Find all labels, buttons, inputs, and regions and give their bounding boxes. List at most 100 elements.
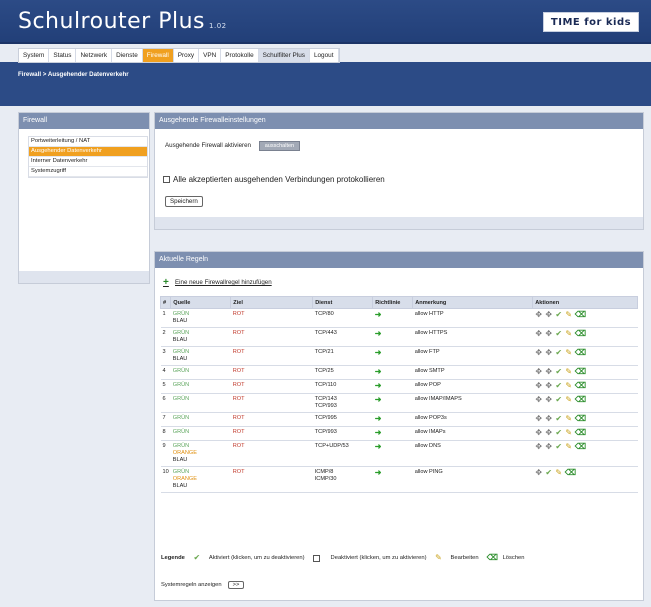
table-row: 1 GRÜN BLAU ROT TCP/80 ➜ allow HTTP ✥ ✥ ✔ ✎ ⌫ bbox=[160, 308, 638, 328]
move-up-icon[interactable]: ✥ bbox=[535, 469, 543, 477]
check-icon[interactable]: ✔ bbox=[555, 311, 563, 319]
move-down-icon[interactable]: ✥ bbox=[545, 443, 553, 451]
trash-icon[interactable]: ⌫ bbox=[575, 368, 586, 376]
edit-icon[interactable]: ✎ bbox=[565, 382, 573, 390]
inactive-icon bbox=[312, 554, 320, 562]
save-button[interactable]: Speichern bbox=[165, 196, 203, 207]
allow-arrow-icon: ➜ bbox=[374, 428, 382, 437]
menu-item-firewall[interactable]: Firewall bbox=[142, 49, 174, 62]
move-down-icon[interactable]: ✥ bbox=[545, 349, 553, 357]
rule-policy: ➜ bbox=[372, 327, 413, 347]
move-up-icon[interactable]: ✥ bbox=[535, 396, 543, 404]
menu-item-status[interactable]: Status bbox=[49, 49, 77, 62]
rule-target: ROT bbox=[230, 440, 313, 467]
rule-source: GRÜN bbox=[170, 365, 231, 380]
sidebar-item-portforwarding[interactable]: Portweiterleitung / NAT bbox=[29, 137, 147, 147]
table-row: 7 GRÜN ROT TCP/995 ➜ allow POP3s ✥ ✥ ✔ ✎ ⌫ bbox=[160, 412, 638, 427]
move-down-icon[interactable]: ✥ bbox=[545, 415, 553, 423]
service-value: TCP/995 bbox=[314, 415, 337, 421]
rule-number: 1 bbox=[160, 308, 171, 328]
col-number: # bbox=[159, 296, 172, 309]
rule-action-icons: ✥ ✥ ✔ ✎ ⌫ bbox=[535, 368, 636, 376]
rule-source: GRÜN ORANGE BLAU bbox=[170, 466, 231, 493]
toggle-firewall-button[interactable]: ausschalten bbox=[258, 141, 301, 151]
log-checkbox[interactable] bbox=[163, 176, 170, 183]
menu-item-vpn[interactable]: VPN bbox=[199, 49, 222, 62]
menu-item-schulfilter[interactable]: Schulfilter Plus bbox=[258, 49, 310, 62]
edit-icon[interactable]: ✎ bbox=[565, 349, 573, 357]
check-icon[interactable]: ✔ bbox=[555, 396, 563, 404]
check-icon[interactable]: ✔ bbox=[545, 469, 553, 477]
trash-icon[interactable]: ⌫ bbox=[575, 382, 586, 390]
menu-item-netzwerk[interactable]: Netzwerk bbox=[76, 49, 113, 62]
app-version: 1.02 bbox=[209, 22, 227, 30]
move-down-icon[interactable]: ✥ bbox=[545, 382, 553, 390]
legend-edit: Bearbeiten bbox=[450, 555, 479, 561]
menu-item-proxy[interactable]: Proxy bbox=[174, 49, 200, 62]
menu-item-dienste[interactable]: Dienste bbox=[112, 49, 143, 62]
move-up-icon[interactable]: ✥ bbox=[535, 368, 543, 376]
rule-policy: ➜ bbox=[372, 440, 413, 467]
edit-icon[interactable]: ✎ bbox=[565, 311, 573, 319]
move-up-icon[interactable]: ✥ bbox=[535, 443, 543, 451]
trash-icon[interactable]: ⌫ bbox=[565, 469, 576, 477]
sidebar-item-internal[interactable]: Interner Datenverkehr bbox=[29, 157, 147, 167]
rule-note: allow HTTPS bbox=[412, 327, 533, 347]
rule-target: ROT bbox=[230, 412, 313, 427]
rule-actions: ✥ ✥ ✔ ✎ ⌫ bbox=[532, 426, 638, 441]
rule-action-icons: ✥ ✥ ✔ ✎ ⌫ bbox=[535, 311, 636, 319]
header-band bbox=[0, 62, 651, 106]
allow-arrow-icon: ➜ bbox=[374, 348, 382, 357]
check-icon[interactable]: ✔ bbox=[555, 443, 563, 451]
edit-icon[interactable]: ✎ bbox=[555, 469, 563, 477]
move-up-icon[interactable]: ✥ bbox=[535, 349, 543, 357]
show-system-button[interactable]: >> bbox=[227, 581, 245, 589]
move-down-icon[interactable]: ✥ bbox=[545, 429, 553, 437]
rule-source: GRÜN bbox=[170, 379, 231, 394]
rule-target: ROT bbox=[230, 365, 313, 380]
trash-icon[interactable]: ⌫ bbox=[575, 429, 586, 437]
check-icon[interactable]: ✔ bbox=[555, 368, 563, 376]
move-down-icon[interactable]: ✥ bbox=[545, 396, 553, 404]
sidebar-item-systemaccess[interactable]: Systemzugriff bbox=[29, 167, 147, 177]
trash-icon[interactable]: ⌫ bbox=[575, 415, 586, 423]
menu-item-logout[interactable]: Logout bbox=[310, 49, 339, 62]
check-icon[interactable]: ✔ bbox=[555, 429, 563, 437]
legend: Legende ✔ Aktiviert (klicken, um zu deak… bbox=[161, 554, 639, 562]
check-icon[interactable]: ✔ bbox=[555, 382, 563, 390]
trash-icon[interactable]: ⌫ bbox=[575, 330, 586, 338]
move-up-icon[interactable]: ✥ bbox=[535, 382, 543, 390]
rules-panel: Aktuelle Regeln + Eine neue Firewallrege… bbox=[154, 251, 644, 601]
move-down-icon[interactable]: ✥ bbox=[545, 330, 553, 338]
check-icon[interactable]: ✔ bbox=[555, 330, 563, 338]
edit-icon[interactable]: ✎ bbox=[565, 443, 573, 451]
edit-icon[interactable]: ✎ bbox=[565, 368, 573, 376]
rule-service: TCP/995 bbox=[312, 412, 373, 427]
trash-icon[interactable]: ⌫ bbox=[575, 311, 586, 319]
menu-item-protokolle[interactable]: Protokolle bbox=[221, 49, 259, 62]
move-up-icon[interactable]: ✥ bbox=[535, 311, 543, 319]
move-up-icon[interactable]: ✥ bbox=[535, 330, 543, 338]
edit-icon[interactable]: ✎ bbox=[565, 429, 573, 437]
edit-icon[interactable]: ✎ bbox=[565, 415, 573, 423]
trash-icon[interactable]: ⌫ bbox=[575, 443, 586, 451]
move-down-icon[interactable]: ✥ bbox=[545, 368, 553, 376]
check-icon[interactable]: ✔ bbox=[555, 349, 563, 357]
settings-footer bbox=[155, 217, 643, 229]
move-down-icon[interactable]: ✥ bbox=[545, 311, 553, 319]
add-rule-link[interactable]: + Eine neue Firewallregel hinzufügen bbox=[163, 278, 272, 288]
edit-icon[interactable]: ✎ bbox=[565, 330, 573, 338]
check-icon[interactable]: ✔ bbox=[555, 415, 563, 423]
move-up-icon[interactable]: ✥ bbox=[535, 429, 543, 437]
show-system-label: Systemregeln anzeigen bbox=[161, 582, 222, 588]
sidebar-item-outgoing[interactable]: Ausgehender Datenverkehr bbox=[29, 147, 147, 157]
edit-icon[interactable]: ✎ bbox=[565, 396, 573, 404]
trash-icon[interactable]: ⌫ bbox=[575, 396, 586, 404]
move-up-icon[interactable]: ✥ bbox=[535, 415, 543, 423]
trash-icon[interactable]: ⌫ bbox=[575, 349, 586, 357]
rule-source: GRÜN ORANGE BLAU bbox=[170, 440, 231, 467]
allow-arrow-icon: ➜ bbox=[374, 414, 382, 423]
rule-note: allow FTP bbox=[412, 346, 533, 366]
settings-panel: Ausgehende Firewalleinstellungen Ausgehe… bbox=[154, 112, 644, 230]
menu-item-system[interactable]: System bbox=[19, 49, 50, 62]
